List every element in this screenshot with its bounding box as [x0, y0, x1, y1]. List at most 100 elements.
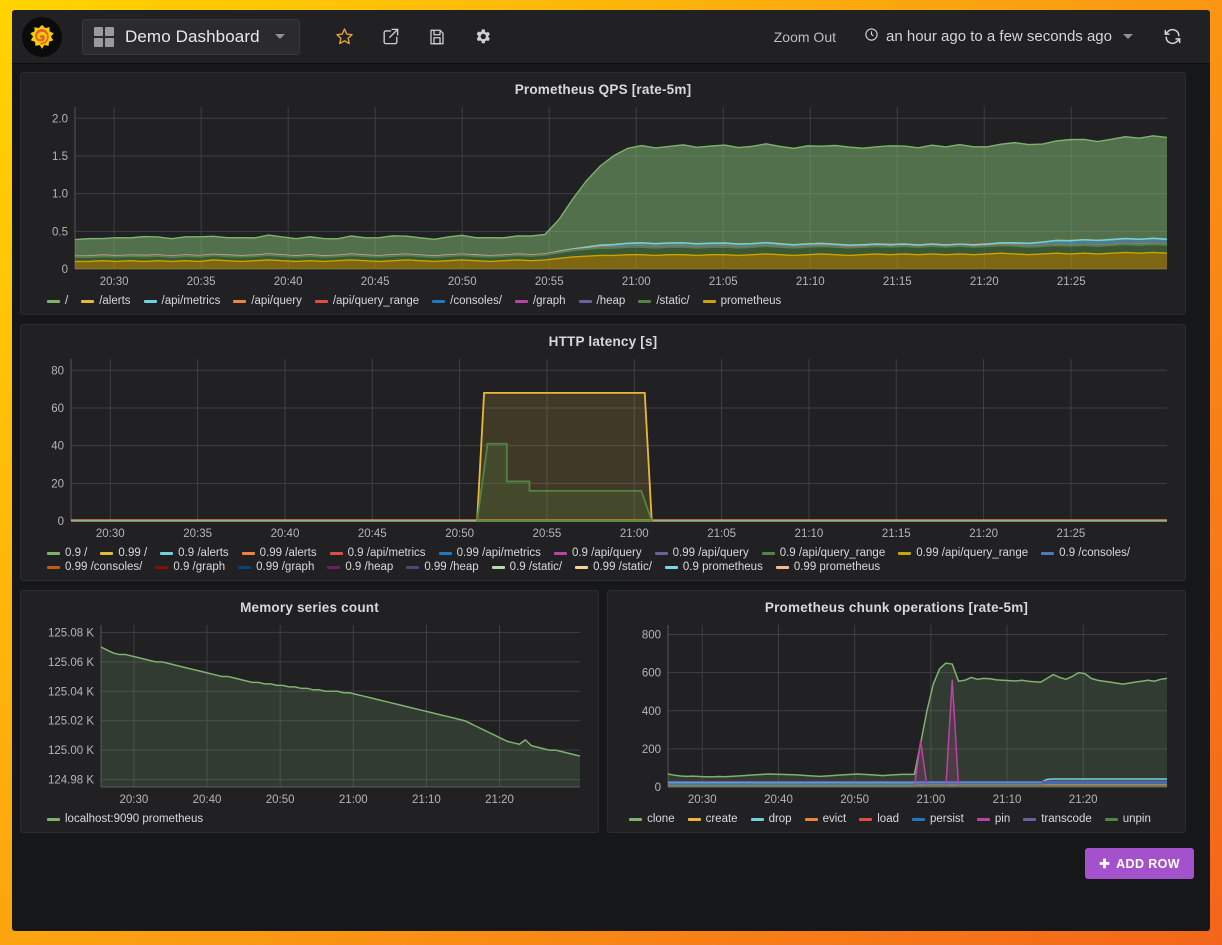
svg-text:20:35: 20:35: [187, 276, 216, 288]
legend-item[interactable]: create: [687, 813, 738, 825]
grafana-logo-icon[interactable]: [22, 16, 62, 57]
svg-text:0: 0: [655, 782, 661, 794]
legend-item[interactable]: /api/metrics: [143, 295, 220, 307]
svg-text:21:10: 21:10: [796, 276, 825, 288]
legend-item[interactable]: 0.99 /consoles/: [47, 561, 142, 573]
legend-item[interactable]: 0.9 /api/metrics: [329, 547, 426, 559]
add-row-button[interactable]: ✚ ADD ROW: [1085, 848, 1194, 879]
legend-item[interactable]: /alerts: [81, 295, 131, 307]
legend-item[interactable]: pin: [976, 813, 1010, 825]
legend-item[interactable]: 0.99 /static/: [575, 561, 652, 573]
svg-text:0.5: 0.5: [52, 226, 68, 238]
svg-text:20:40: 20:40: [193, 794, 222, 806]
svg-text:1.0: 1.0: [52, 189, 68, 201]
legend-item[interactable]: /heap: [578, 295, 626, 307]
legend-color-swatch: [775, 565, 789, 569]
chart-http-latency[interactable]: 0 20 40 60 80 20:30 20:35 20:40 20:45 20:50 20:55 2…: [29, 351, 1177, 543]
legend-label: 0.9 /graph: [173, 561, 226, 573]
legend-color-swatch: [664, 565, 678, 569]
legend-item[interactable]: 0.99 /: [100, 547, 147, 559]
legend-color-swatch: [155, 565, 169, 569]
legend-item[interactable]: 0.9 /alerts: [160, 547, 229, 559]
legend-item[interactable]: 0.9 /api/query: [553, 547, 642, 559]
legend-color-swatch: [329, 551, 343, 555]
legend-item[interactable]: /api/query_range: [314, 295, 419, 307]
legend-item[interactable]: evict: [804, 813, 846, 825]
legend-item[interactable]: /api/query: [233, 295, 302, 307]
legend-item[interactable]: 0.99 /api/metrics: [438, 547, 541, 559]
legend-item[interactable]: 0.9 /static/: [491, 561, 563, 573]
legend-item[interactable]: drop: [750, 813, 792, 825]
legend-label: /heap: [596, 295, 626, 307]
legend-color-swatch: [406, 565, 420, 569]
legend-item[interactable]: 0.9 /: [47, 547, 87, 559]
legend-item[interactable]: 0.99 /graph: [238, 561, 314, 573]
time-range-picker[interactable]: an hour ago to a few seconds ago: [850, 27, 1145, 46]
legend-label: 0.99 /alerts: [259, 547, 317, 559]
legend-color-swatch: [438, 551, 452, 555]
legend-item[interactable]: /graph: [514, 295, 566, 307]
svg-text:125.04 K: 125.04 K: [48, 686, 94, 698]
legend-item[interactable]: 0.99 /api/query_range: [898, 547, 1028, 559]
svg-text:20:50: 20:50: [445, 528, 474, 540]
save-icon[interactable]: [414, 17, 460, 57]
legend-item[interactable]: load: [859, 813, 899, 825]
legend-item[interactable]: prometheus: [702, 295, 781, 307]
legend-color-swatch: [491, 565, 505, 569]
legend-item[interactable]: persist: [912, 813, 964, 825]
svg-text:124.98 K: 124.98 K: [48, 775, 94, 787]
chevron-down-icon: [1123, 34, 1133, 39]
svg-text:21:10: 21:10: [795, 528, 824, 540]
legend-item[interactable]: 0.9 /heap: [327, 561, 393, 573]
legend-label: clone: [647, 813, 675, 825]
legend-item[interactable]: unpin: [1104, 813, 1151, 825]
zoom-out-button[interactable]: Zoom Out: [760, 29, 850, 45]
refresh-icon[interactable]: [1145, 27, 1196, 46]
legend-item[interactable]: 0.9 prometheus: [664, 561, 763, 573]
legend-color-swatch: [514, 299, 528, 303]
svg-text:21:20: 21:20: [1069, 794, 1098, 806]
legend-item[interactable]: localhost:9090 prometheus: [47, 813, 203, 825]
legend-item[interactable]: /: [47, 295, 68, 307]
time-range-label: an hour ago to a few seconds ago: [886, 28, 1112, 45]
svg-text:20:50: 20:50: [448, 276, 477, 288]
legend-item[interactable]: /consoles/: [432, 295, 502, 307]
chart-memory-series-count[interactable]: 125.08 K 125.06 K 125.04 K 125.02 K 125.00 K…: [29, 617, 590, 809]
legend-label: localhost:9090 prometheus: [65, 813, 204, 825]
svg-text:20:30: 20:30: [100, 276, 129, 288]
add-row-container: ✚ ADD ROW: [12, 842, 1210, 879]
legend-item[interactable]: 0.9 /consoles/: [1041, 547, 1130, 559]
legend-label: 0.9 /api/query: [571, 547, 642, 559]
legend-item[interactable]: 0.99 /alerts: [241, 547, 317, 559]
settings-gear-icon[interactable]: [460, 17, 506, 57]
legend-color-swatch: [143, 299, 157, 303]
legend-item[interactable]: 0.9 /graph: [155, 561, 225, 573]
legend-color-swatch: [1104, 817, 1118, 821]
legend-item[interactable]: clone: [629, 813, 675, 825]
legend-color-swatch: [1023, 817, 1037, 821]
dashboard-picker[interactable]: Demo Dashboard: [82, 18, 300, 55]
legend-item[interactable]: /static/: [638, 295, 690, 307]
svg-text:21:15: 21:15: [882, 528, 911, 540]
svg-text:0: 0: [58, 516, 64, 528]
legend-item[interactable]: 0.99 /api/query: [654, 547, 749, 559]
clock-icon: [864, 27, 879, 46]
legend-item[interactable]: transcode: [1023, 813, 1092, 825]
chart-prometheus-qps[interactable]: 0 0.5 1.0 1.5 2.0 20:30 20:35 20:40 20:45 20:50 20…: [29, 99, 1177, 291]
legend-label: 0.9 prometheus: [682, 561, 763, 573]
chart-legend: 0.9 / 0.99 / 0.9 /alerts 0.99 /alerts 0.9 /a…: [29, 543, 1177, 574]
legend-color-swatch: [81, 299, 95, 303]
legend-color-swatch: [432, 299, 446, 303]
legend-item[interactable]: 0.99 prometheus: [775, 561, 880, 573]
dashboard-grid-icon: [94, 26, 114, 47]
legend-label: 0.9 /static/: [509, 561, 563, 573]
chart-chunk-operations[interactable]: 0 200 400 600 800 20:30 20:40 20:50 21:00 21:10 21…: [616, 617, 1177, 809]
legend-label: /consoles/: [450, 295, 502, 307]
legend-item[interactable]: 0.99 /heap: [406, 561, 479, 573]
legend-label: 0.9 /api/metrics: [347, 547, 426, 559]
legend-item[interactable]: 0.9 /api/query_range: [761, 547, 885, 559]
star-icon[interactable]: [322, 17, 368, 57]
legend-label: drop: [768, 813, 792, 825]
share-icon[interactable]: [368, 17, 414, 57]
svg-text:21:10: 21:10: [993, 794, 1022, 806]
